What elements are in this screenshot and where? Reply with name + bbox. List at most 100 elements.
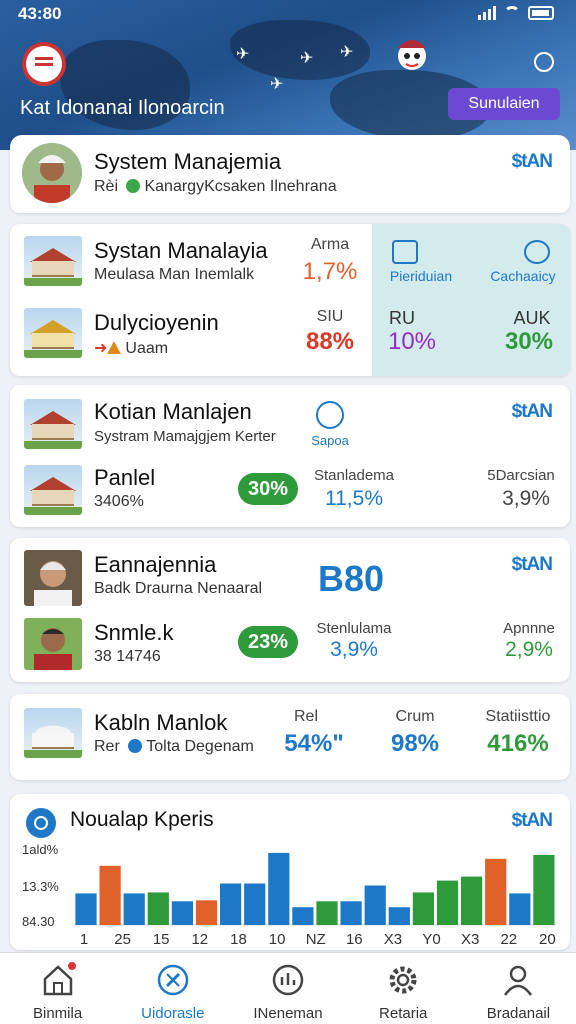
x-tick-label: 15: [153, 931, 170, 948]
chart-card: Noualap Kperis $tAN 1ald% 13.3% 84.30 1 25 15…: [10, 794, 570, 950]
document-icon[interactable]: [392, 240, 418, 264]
panel-metric-label: RU: [389, 308, 415, 328]
management-card: Kotian Manlajen Systram Mamajgjem Kerter…: [10, 385, 570, 527]
currency-tag: $tAN: [511, 151, 553, 172]
metric-value: 2,9%: [505, 638, 553, 661]
big-value: B80: [317, 558, 385, 599]
chart-bar: [147, 892, 169, 925]
row-title: Dulycioyenin: [94, 310, 219, 335]
x-tick-label: 16: [346, 931, 363, 948]
metric-label: SIU: [316, 308, 344, 325]
status-bar: 43:80: [0, 4, 576, 26]
metric-label: Arma: [310, 236, 350, 253]
chart-bar: [340, 901, 362, 925]
stats-icon: [271, 963, 305, 997]
tab-home[interactable]: Binmila: [0, 953, 115, 1024]
plane-icon: ✈: [340, 44, 354, 61]
profile-sub-prefix: Rèi: [94, 178, 119, 195]
row-title: Kabln Manlok: [94, 710, 228, 735]
metric-value: 3,9%: [330, 638, 378, 661]
home-icon: [41, 961, 77, 997]
chart-bar: [171, 901, 193, 925]
y-tick-label: 84.30: [22, 914, 55, 929]
building-card: Kabln Manlok Rer Tolta Degenam Rel 54%" …: [10, 694, 570, 780]
signal-icon: [478, 6, 496, 20]
metric-label: Statiisttio: [485, 708, 551, 725]
battery-icon: [528, 6, 554, 20]
avatar: [22, 143, 82, 203]
wifi-icon: [504, 6, 520, 20]
building-thumbnail: [24, 465, 82, 515]
tab-explore[interactable]: Uidorasle: [115, 953, 230, 1024]
chat-bubble-icon[interactable]: [524, 240, 550, 264]
icon-label[interactable]: Sapoa: [304, 433, 356, 448]
close-icon: [128, 739, 143, 753]
row-title: Panlel: [94, 465, 156, 490]
metric-label: Rel: [293, 708, 318, 725]
x-tick-label: 12: [191, 931, 208, 948]
mascot-icon: [398, 40, 426, 70]
chart-bar: [316, 901, 338, 925]
profile-card[interactable]: System Manajemia Rèi KanargyKcsaken Ilne…: [10, 135, 570, 213]
profile-subtitle: Rèi KanargyKcsaken Ilnehrana: [94, 178, 337, 196]
person-photo: [24, 550, 82, 606]
status-time: 43:80: [18, 4, 62, 23]
tab-label: Binmila: [33, 1005, 83, 1022]
menu-icon: [35, 62, 53, 66]
quick-actions-panel: Pieriduian Cachaaicy RU AUK 10% 30%: [372, 224, 570, 376]
chart-bar: [485, 858, 507, 925]
gear-icon: [386, 963, 420, 997]
chart-bar: [268, 852, 290, 925]
menu-button[interactable]: [22, 42, 66, 86]
x-tick-label: Y0: [422, 931, 440, 948]
percent-pill: 23%: [238, 626, 298, 658]
tab-stats[interactable]: INeneman: [230, 953, 345, 1024]
notification-badge: [66, 961, 77, 971]
warning-icon: [107, 341, 122, 354]
chart-bar: [244, 883, 266, 925]
row-subtitle: Meulasa Man Inemlalk: [94, 266, 255, 283]
row-title: Kotian Manlajen: [94, 399, 252, 424]
summary-card: Systan Manalayia Meulasa Man Inemlalk Ar…: [10, 224, 570, 376]
x-tick-label: 22: [500, 931, 517, 948]
x-tick-label: 25: [114, 931, 131, 948]
compass-icon: [156, 963, 190, 997]
currency-tag: $tAN: [511, 401, 553, 422]
metric-label: Crum: [395, 708, 435, 725]
chart-bar: [292, 907, 314, 925]
tab-settings[interactable]: Retaria: [346, 953, 461, 1024]
search-icon[interactable]: [316, 401, 344, 429]
staff-card: Eannajennia Badk Draurna Nenaaral B80 $t…: [10, 538, 570, 682]
row-sub-prefix: Rer: [94, 738, 120, 755]
chart-bar: [509, 893, 531, 925]
row-sub-text: Uaam: [125, 340, 169, 357]
metric-value: 54%": [284, 730, 344, 757]
x-tick-label: X3: [461, 931, 479, 948]
building-thumbnail: [24, 399, 82, 449]
row-subtitle: 38 14746: [94, 648, 161, 665]
tab-profile[interactable]: Bradanail: [461, 953, 576, 1024]
panel-left-label[interactable]: Pieriduian: [376, 268, 466, 284]
chart-bar: [364, 885, 386, 925]
globe-icon[interactable]: [534, 52, 554, 72]
chart-bar: [388, 907, 410, 925]
row-title: Eannajennia: [94, 552, 217, 577]
chart-bar: [533, 854, 555, 925]
panel-right-label[interactable]: Cachaaicy: [476, 268, 570, 284]
x-tick-label: 20: [539, 931, 556, 948]
row-subtitle: 3406%: [94, 493, 144, 510]
building-thumbnail: [24, 236, 82, 286]
row-sub-text: Tolta Degenam: [146, 738, 254, 755]
plane-icon: ✈: [270, 76, 284, 93]
plane-icon: ✈: [236, 46, 250, 63]
x-tick-label: 10: [269, 931, 286, 948]
metric-value: 1,7%: [302, 258, 358, 285]
chart-bar: [99, 865, 121, 926]
metric-value: 416%: [487, 730, 549, 757]
panel-metric-value: 10%: [387, 328, 437, 355]
tab-label: INeneman: [253, 1005, 323, 1022]
metric-value: 11,5%: [325, 487, 383, 510]
header-cta-button[interactable]: Sunulaien: [448, 88, 560, 120]
row-subtitle: Systram Mamajgjem Kerter: [94, 428, 276, 445]
row-subtitle: Rer Tolta Degenam: [94, 738, 254, 756]
